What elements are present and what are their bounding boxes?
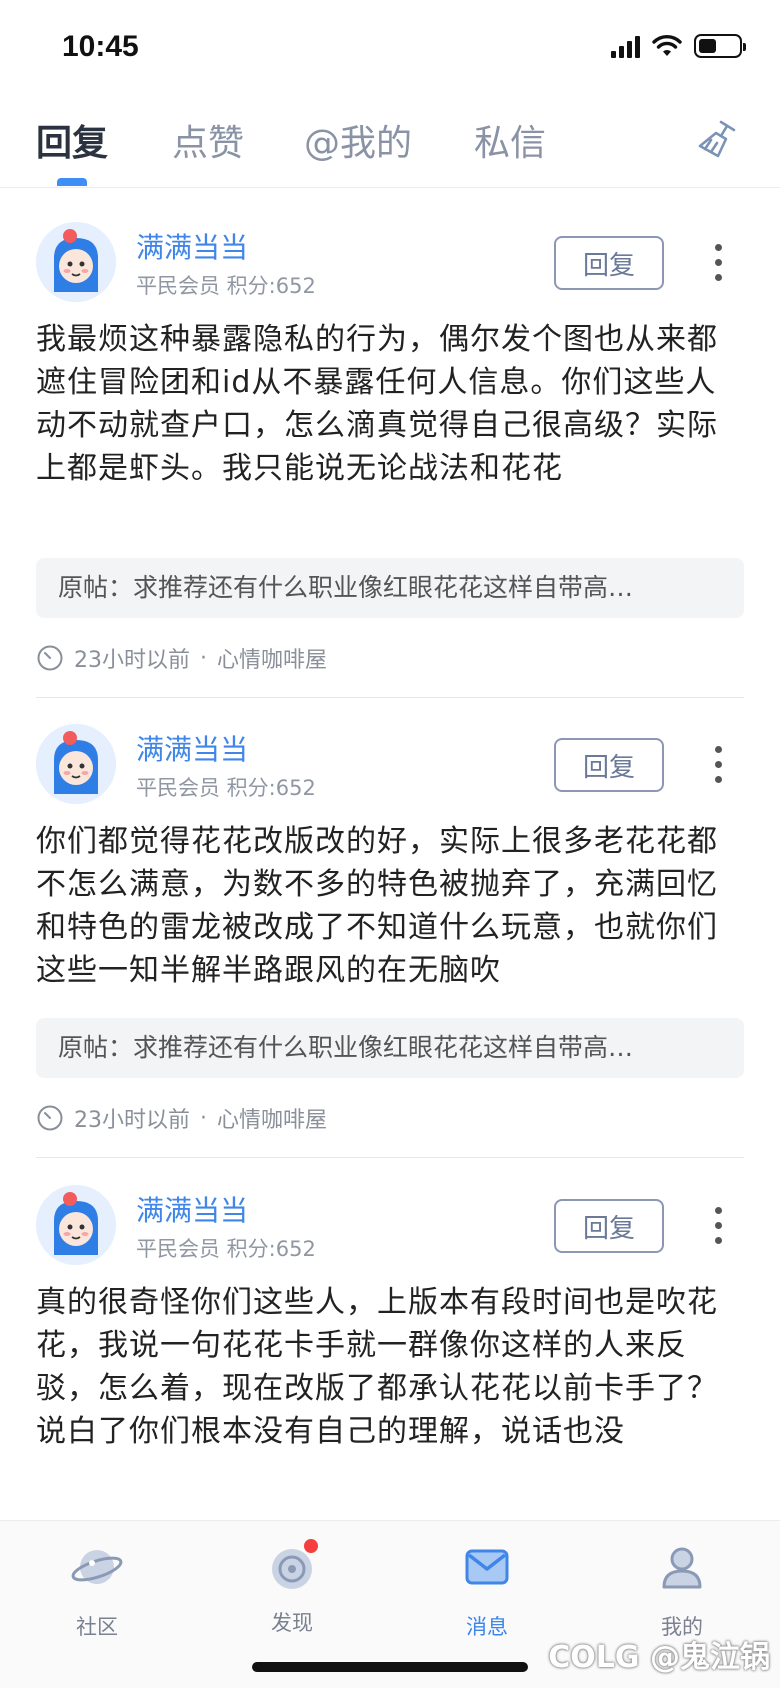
reply-footer: 23小时以前 · 心情咖啡屋 bbox=[36, 1102, 327, 1134]
clear-broom-icon[interactable] bbox=[694, 118, 738, 162]
reply-button[interactable]: 回复 bbox=[554, 236, 664, 290]
separator-dot: · bbox=[200, 1105, 207, 1131]
signal-icon bbox=[611, 34, 640, 58]
username[interactable]: 满满当当 bbox=[136, 226, 248, 266]
nav-messages[interactable]: 消息 bbox=[427, 1539, 547, 1641]
avatar[interactable] bbox=[36, 222, 116, 302]
avatar-icon bbox=[36, 724, 116, 804]
reply-button[interactable]: 回复 bbox=[554, 1199, 664, 1253]
tab-replies[interactable]: 回复 bbox=[36, 114, 108, 166]
mail-icon bbox=[465, 1549, 509, 1585]
user-meta: 平民会员 积分:652 bbox=[136, 776, 316, 800]
reply-button[interactable]: 回复 bbox=[554, 738, 664, 792]
divider bbox=[36, 1157, 744, 1158]
user-meta: 平民会员 积分:652 bbox=[136, 274, 316, 298]
reply-time: 23小时以前 bbox=[74, 1108, 190, 1133]
reply-footer: 23小时以前 · 心情咖啡屋 bbox=[36, 642, 327, 674]
clock-icon bbox=[37, 1105, 63, 1131]
avatar[interactable] bbox=[36, 1185, 116, 1265]
nav-discover[interactable]: 发现 bbox=[232, 1539, 352, 1637]
reply-content: 真的很奇怪你们这些人，上版本有段时间也是吹花花，我说一句花花卡手就一群像你这样的… bbox=[36, 1285, 718, 1449]
nav-label: 发现 bbox=[271, 1611, 313, 1635]
tab-messages[interactable]: 私信 bbox=[474, 114, 546, 166]
avatar[interactable] bbox=[36, 724, 116, 804]
separator-dot: · bbox=[200, 645, 207, 671]
profile-icon bbox=[662, 1547, 702, 1589]
notification-badge bbox=[304, 1539, 318, 1553]
nav-label: 消息 bbox=[466, 1615, 508, 1639]
tab-mentions[interactable]: @我的 bbox=[304, 114, 412, 166]
status-time: 10:45 bbox=[62, 30, 139, 63]
status-bar: 10:45 bbox=[0, 0, 780, 100]
clock-icon bbox=[37, 645, 63, 671]
tab-likes[interactable]: 点赞 bbox=[172, 114, 244, 166]
more-options-icon[interactable] bbox=[712, 1207, 724, 1247]
reply-time: 23小时以前 bbox=[74, 648, 190, 673]
tab-bar: 回复 点赞 @我的 私信 bbox=[0, 100, 780, 188]
reply-content: 你们都觉得花花改版改的好，实际上很多老花花都不怎么满意，为数不多的特色被抛弃了，… bbox=[36, 824, 718, 988]
status-icons bbox=[611, 34, 746, 58]
reply-content: 我最烦这种暴露隐私的行为，偶尔发个图也从来都遮住冒险团和id从不暴露任何人信息。… bbox=[36, 322, 718, 486]
more-options-icon[interactable] bbox=[712, 244, 724, 284]
original-post-link[interactable]: 原帖：求推荐还有什么职业像红眼花花这样自带高… bbox=[36, 558, 744, 618]
wifi-icon bbox=[652, 35, 682, 56]
home-indicator[interactable] bbox=[252, 1662, 528, 1672]
battery-icon bbox=[694, 34, 746, 58]
planet-icon bbox=[71, 1550, 123, 1584]
username[interactable]: 满满当当 bbox=[136, 728, 248, 768]
nav-label: 社区 bbox=[76, 1615, 118, 1639]
original-post-link[interactable]: 原帖：求推荐还有什么职业像红眼花花这样自带高… bbox=[36, 1018, 744, 1078]
avatar-icon bbox=[36, 222, 116, 302]
avatar-icon bbox=[36, 1185, 116, 1265]
board-name[interactable]: 心情咖啡屋 bbox=[217, 1102, 327, 1134]
nav-community[interactable]: 社区 bbox=[37, 1539, 157, 1641]
watermark: COLG @鬼泣锅 bbox=[548, 1640, 770, 1675]
nav-profile[interactable]: 我的 bbox=[622, 1539, 742, 1641]
more-options-icon[interactable] bbox=[712, 746, 724, 786]
active-tab-indicator bbox=[57, 178, 87, 186]
user-meta: 平民会员 积分:652 bbox=[136, 1237, 316, 1261]
username[interactable]: 满满当当 bbox=[136, 1189, 248, 1229]
divider bbox=[36, 697, 744, 698]
board-name[interactable]: 心情咖啡屋 bbox=[217, 642, 327, 674]
